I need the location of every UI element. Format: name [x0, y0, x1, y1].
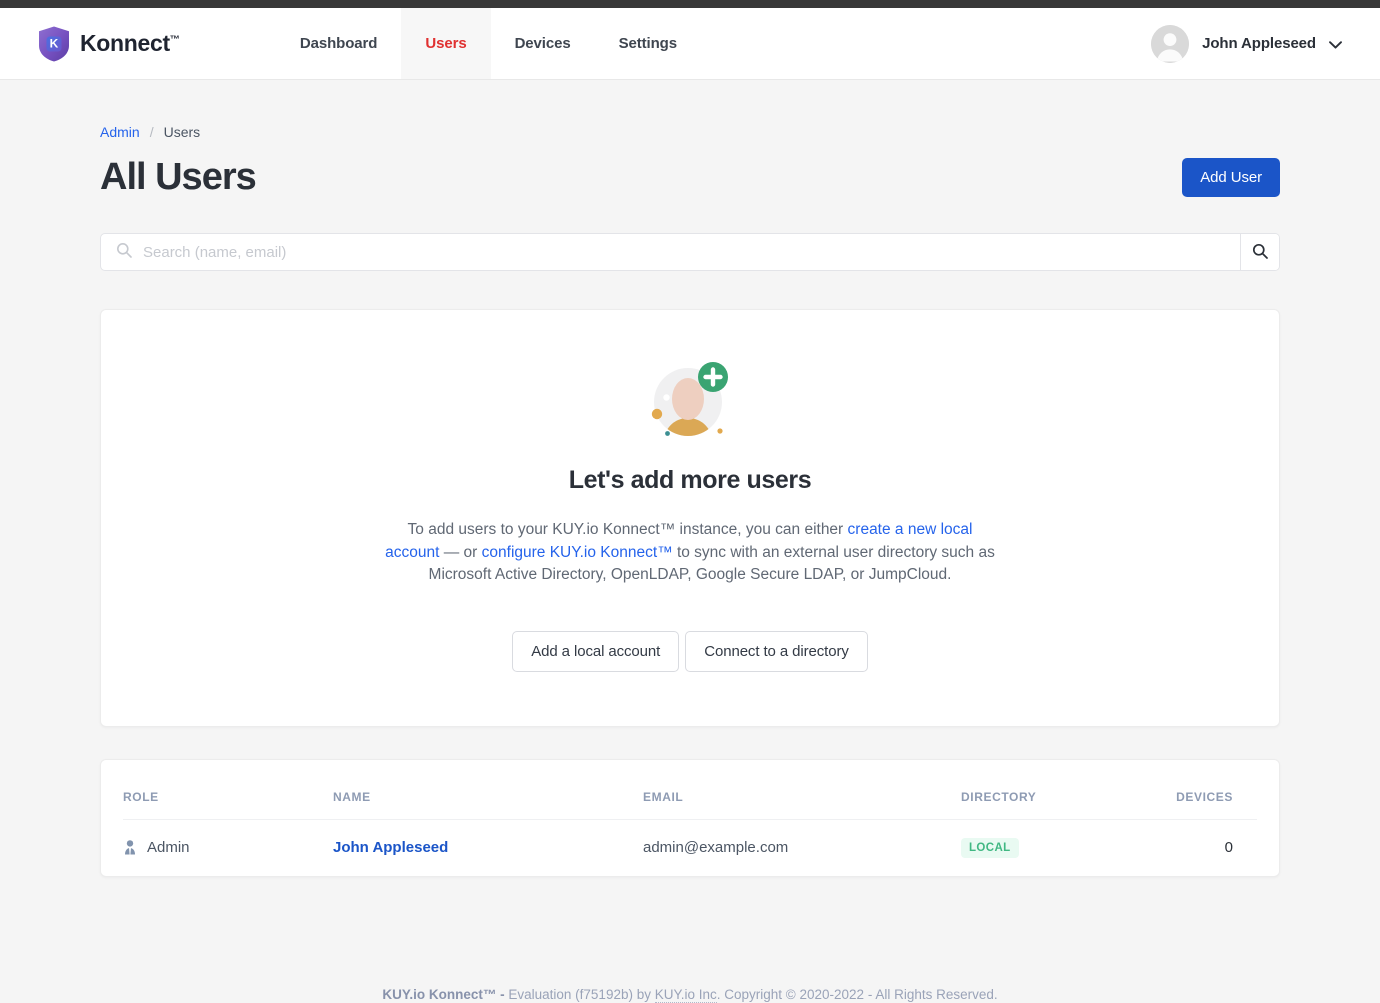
nav-item-settings[interactable]: Settings [595, 8, 701, 79]
search-field [101, 234, 1240, 270]
status-badge-directory: LOCAL [961, 837, 1019, 858]
cell-directory: LOCAL [961, 818, 1161, 876]
search-input[interactable] [143, 243, 1225, 261]
breadcrumb-current: Users [163, 124, 201, 140]
nav-item-users[interactable]: Users [401, 8, 491, 79]
footer-company: KUY.io Inc [654, 986, 717, 1003]
avatar-svg [1151, 24, 1190, 63]
footer-text-2: . Copyright © 2020-2022 - All Rights Res… [716, 986, 998, 1002]
empty-body-part-1: To add users to your KUY.io Konnect™ ins… [407, 521, 848, 538]
connect-directory-button[interactable]: Connect to a directory [685, 630, 868, 672]
cell-name: John Appleseed [333, 818, 643, 876]
empty-state-card: Let's add more users To add users to you… [100, 309, 1280, 727]
brand-name: Konnect™ [80, 30, 180, 57]
empty-state-actions: Add a local account Connect to a directo… [141, 630, 1239, 672]
primary-nav: Dashboard Users Devices Settings [276, 8, 701, 79]
page-title: All Users [100, 156, 257, 198]
empty-state-title: Let's add more users [568, 466, 812, 494]
table-header-row: ROLE NAME EMAIL DIRECTORY DEVICES [123, 760, 1257, 820]
users-table-head: ROLE NAME EMAIL DIRECTORY DEVICES [123, 760, 1257, 820]
cell-email: admin@example.com [643, 818, 961, 876]
search-bar [100, 233, 1280, 271]
empty-state-body: To add users to your KUY.io Konnect™ ins… [380, 519, 1000, 587]
chevron-down-svg [1329, 41, 1342, 49]
search-submit-icon-svg [1252, 243, 1268, 259]
users-table: ROLE NAME EMAIL DIRECTORY DEVICES Admin … [123, 760, 1257, 876]
breadcrumb-separator: / [149, 124, 154, 140]
breadcrumb-admin[interactable]: Admin [100, 124, 140, 140]
empty-body-part-2: — or [439, 543, 482, 561]
table-row[interactable]: Admin John Appleseed admin@example.com L… [123, 818, 1257, 876]
user-avatar-icon [1151, 24, 1190, 63]
footer-product-name: KUY.io Konnect™ - [382, 986, 505, 1002]
configure-konnect-link[interactable]: configure KUY.io Konnect™ [482, 544, 673, 561]
add-user-button[interactable]: Add User [1182, 158, 1280, 197]
nav-item-devices[interactable]: Devices [491, 8, 595, 79]
page-title-row: All Users Add User [100, 156, 1280, 199]
search-icon-svg [117, 242, 132, 258]
nav-item-dashboard[interactable]: Dashboard [276, 8, 401, 79]
user-tie-icon [123, 840, 137, 855]
search-submit-button[interactable] [1240, 234, 1279, 270]
add-local-account-button[interactable]: Add a local account [512, 630, 680, 672]
footer-text-1: Evaluation (f75192b) by [504, 986, 655, 1002]
users-table-card: ROLE NAME EMAIL DIRECTORY DEVICES Admin … [100, 758, 1280, 877]
user-menu[interactable]: John Appleseed [1151, 8, 1380, 79]
column-header-directory: DIRECTORY [961, 789, 1037, 804]
brand-name-text: Konnect [80, 30, 170, 56]
cell-devices: 0 [1161, 818, 1257, 876]
user-tie-icon-svg [125, 840, 135, 855]
cell-role: Admin [123, 818, 333, 876]
column-header-name: NAME [333, 789, 371, 804]
role-cell: Admin [123, 839, 333, 856]
breadcrumb: Admin / Users [100, 124, 1280, 140]
brand-tm: ™ [169, 34, 180, 46]
add-user-illustration-icon [141, 356, 1239, 448]
chevron-down-icon [1329, 38, 1342, 51]
shield-k-logo-svg: K [39, 26, 69, 61]
user-name-link[interactable]: John Appleseed [333, 839, 448, 856]
column-header-devices: DEVICES [1176, 789, 1233, 804]
brand-logo-link[interactable]: K Konnect™ [0, 8, 190, 79]
add-user-illustration-svg [651, 362, 728, 436]
top-accent-strip [0, 0, 1380, 8]
column-header-role: ROLE [123, 789, 159, 804]
svg-text:K: K [50, 36, 59, 50]
page-footer: KUY.io Konnect™ - Evaluation (f75192b) b… [100, 877, 1280, 1003]
column-header-email: EMAIL [643, 789, 684, 804]
search-icon [116, 242, 132, 263]
main-navbar: K Konnect™ Dashboard Users Devices Setti… [0, 8, 1380, 80]
shield-k-logo-icon: K [38, 26, 70, 62]
user-menu-name: John Appleseed [1202, 35, 1316, 52]
search-icon [1252, 243, 1268, 262]
users-table-body: Admin John Appleseed admin@example.com L… [123, 818, 1257, 876]
role-label: Admin [147, 839, 190, 856]
page-content: Admin / Users All Users Add User Search … [100, 80, 1280, 1003]
